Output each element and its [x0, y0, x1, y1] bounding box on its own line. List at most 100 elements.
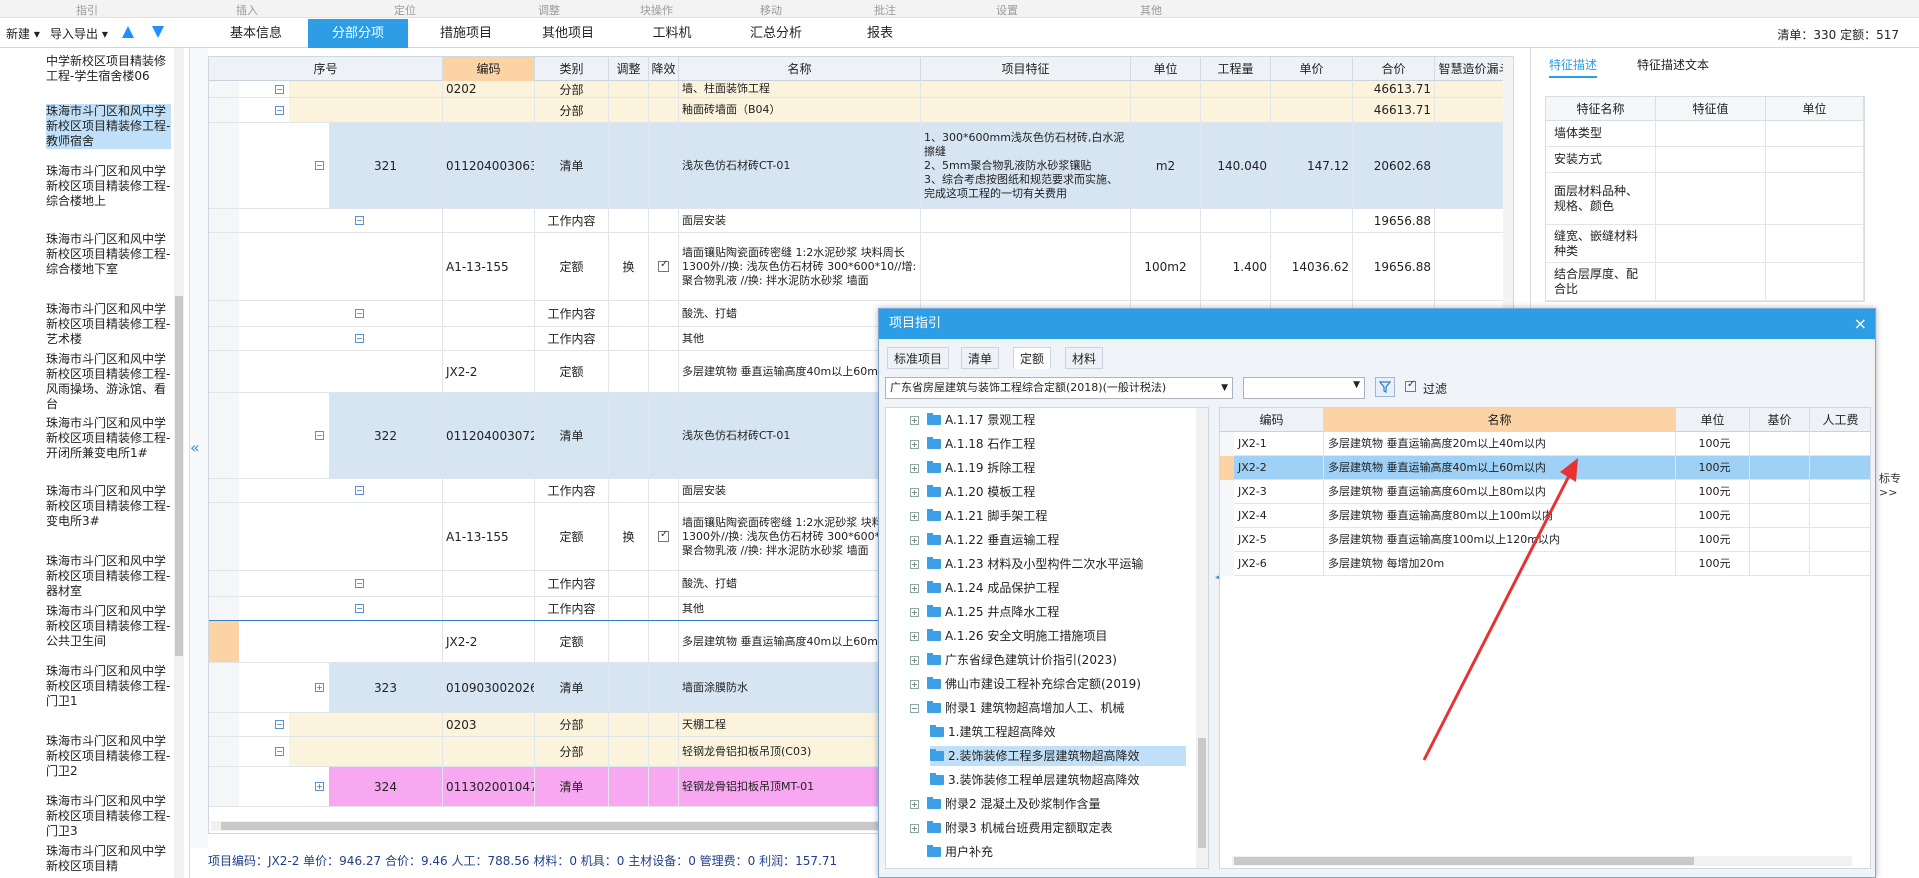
- feature-value[interactable]: [1656, 225, 1766, 262]
- tree-item[interactable]: 中学新校区项目精装修工程-学生宿舍楼06: [46, 54, 171, 99]
- expand-plus-icon[interactable]: +: [910, 583, 919, 593]
- move-up-icon[interactable]: [122, 26, 134, 38]
- cell-lower-eff[interactable]: [649, 597, 679, 620]
- tree-node[interactable]: + A.1.23 材料及小型构件二次水平运输: [910, 554, 1186, 574]
- feature-value[interactable]: [1656, 263, 1766, 300]
- tree-item[interactable]: 珠海市斗门区和风中学新校区项目精装修工程-公共卫生间: [46, 604, 171, 664]
- dialog-tab[interactable]: 清单: [961, 347, 1000, 369]
- quota-grid-h-scroll-thumb[interactable]: [1234, 857, 1694, 865]
- feature-value[interactable]: [1656, 121, 1766, 146]
- cell-lower-eff[interactable]: [649, 98, 679, 122]
- tree-node[interactable]: 用户补充: [910, 842, 1186, 862]
- tab-feature-desc[interactable]: 特征描述: [1549, 56, 1598, 78]
- tree-node[interactable]: + 附录2 混凝土及砂浆制作含量: [910, 794, 1186, 814]
- feature-row[interactable]: 结合层厚度、配合比: [1546, 263, 1864, 301]
- quota-row[interactable]: JX2-1 多层建筑物 垂直运输高度20m以上40m以内 100元: [1220, 432, 1870, 456]
- tree-node[interactable]: 3.装饰装修工程单层建筑物超高降效: [930, 770, 1186, 790]
- funnel-icon[interactable]: [1375, 377, 1395, 397]
- table-row[interactable]: A1-13-155 定额 换 墙面镶贴陶瓷面砖密缝 1:2水泥砂浆 块料周长1300外…: [209, 233, 1513, 301]
- expand-plus-icon[interactable]: +: [910, 655, 919, 665]
- tree-node[interactable]: + A.1.22 垂直运输工程: [910, 530, 1186, 550]
- lower-eff-checkbox[interactable]: [658, 259, 669, 272]
- cell-lower-eff[interactable]: [649, 209, 679, 232]
- cell-lower-eff[interactable]: [649, 479, 679, 502]
- tree-scroll-thumb[interactable]: [1198, 738, 1206, 848]
- tree-node[interactable]: + A.1.18 石作工程: [910, 434, 1186, 454]
- expand-toggle-icon[interactable]: −: [355, 579, 364, 588]
- expand-plus-icon[interactable]: +: [910, 823, 919, 833]
- feature-row[interactable]: 缝宽、嵌缝材料种类: [1546, 225, 1864, 263]
- quota-library-select[interactable]: 广东省房屋建筑与装饰工程综合定额(2018)(一般计税法) ▼: [885, 377, 1233, 399]
- expand-plus-icon[interactable]: +: [910, 607, 919, 617]
- expand-plus-icon[interactable]: +: [910, 463, 919, 473]
- tree-item[interactable]: 珠海市斗门区和风中学新校区项目精装修工程-综合楼地下室: [46, 232, 171, 292]
- tab-4[interactable]: 工料机: [624, 19, 720, 48]
- tab-6[interactable]: 报表: [832, 19, 928, 48]
- cell-lower-eff[interactable]: [649, 233, 679, 300]
- import-export-button[interactable]: 导入导出 ▾: [50, 25, 108, 42]
- tree-node[interactable]: + A.1.24 成品保护工程: [910, 578, 1186, 598]
- tree-item[interactable]: 珠海市斗门区和风中学新校区项目精装修工程-开闭所兼变电所1#: [46, 416, 171, 476]
- expand-toggle-icon[interactable]: −: [275, 105, 284, 115]
- tree-node[interactable]: 1.建筑工程超高降效: [930, 722, 1186, 742]
- cell-lower-eff[interactable]: [649, 351, 679, 392]
- tree-node[interactable]: + A.1.25 井点降水工程: [910, 602, 1186, 622]
- cell-lower-eff[interactable]: [649, 327, 679, 350]
- standard-link[interactable]: 标专>>: [1879, 470, 1919, 499]
- tree-item[interactable]: 珠海市斗门区和风中学新校区项目精装修工程-艺术楼: [46, 302, 171, 347]
- tree-scroll-thumb[interactable]: [175, 296, 183, 656]
- expand-plus-icon[interactable]: +: [910, 679, 919, 689]
- panel-splitter[interactable]: «: [190, 48, 208, 848]
- feature-value[interactable]: [1656, 147, 1766, 172]
- new-button[interactable]: 新建 ▾: [6, 25, 40, 42]
- move-down-icon[interactable]: [152, 26, 164, 38]
- feature-row[interactable]: 墙体类型: [1546, 121, 1864, 147]
- expand-toggle-icon[interactable]: +: [315, 683, 324, 692]
- tree-node[interactable]: − 附录1 建筑物超高增加人工、机械: [910, 698, 1186, 718]
- expand-toggle-icon[interactable]: −: [275, 84, 284, 94]
- tree-item[interactable]: 珠海市斗门区和风中学新校区项目精装修工程-综合楼地上: [46, 164, 171, 224]
- expand-toggle-icon[interactable]: −: [315, 431, 324, 440]
- expand-plus-icon[interactable]: +: [910, 559, 919, 569]
- quota-row[interactable]: JX2-4 多层建筑物 垂直运输高度80m以上100m以内 100元: [1220, 504, 1870, 528]
- tab-0[interactable]: 基本信息: [206, 19, 306, 48]
- expand-plus-icon[interactable]: +: [910, 631, 919, 641]
- tree-item[interactable]: 珠海市斗门区和风中学新校区项目精装修工程-教师宿舍: [46, 104, 171, 149]
- tree-node[interactable]: + A.1.17 景观工程: [910, 410, 1186, 430]
- expand-plus-icon[interactable]: +: [910, 439, 919, 449]
- tree-item[interactable]: 珠海市斗门区和风中学新校区项目精装修工程-风雨操场、游泳馆、看台: [46, 352, 171, 412]
- expand-toggle-icon[interactable]: +: [315, 782, 324, 791]
- expand-toggle-icon[interactable]: −: [315, 161, 324, 170]
- tab-2[interactable]: 措施项目: [418, 19, 514, 48]
- expand-toggle-icon[interactable]: −: [275, 720, 284, 729]
- cell-lower-eff[interactable]: [649, 301, 679, 326]
- tree-node[interactable]: 2.装饰装修工程多层建筑物超高降效: [930, 746, 1186, 766]
- collapse-arrow-icon[interactable]: «: [190, 438, 200, 457]
- expand-plus-icon[interactable]: +: [910, 799, 919, 809]
- dialog-tab[interactable]: 材料: [1065, 347, 1104, 369]
- tree-item[interactable]: 珠海市斗门区和风中学新校区项目精装修工程-门卫3: [46, 794, 171, 839]
- tree-node[interactable]: + A.1.21 脚手架工程: [910, 506, 1186, 526]
- tree-node[interactable]: + 广东省绿色建筑计价指引(2023): [910, 650, 1186, 670]
- expand-plus-icon[interactable]: +: [910, 415, 919, 425]
- filter-combo[interactable]: ▼: [1243, 377, 1365, 399]
- tree-node[interactable]: + 佛山市建设工程补充综合定额(2019): [910, 674, 1186, 694]
- tree-node[interactable]: + A.1.19 拆除工程: [910, 458, 1186, 478]
- expand-toggle-icon[interactable]: −: [355, 309, 364, 318]
- tree-item[interactable]: 珠海市斗门区和风中学新校区项目精装修工程-器材室: [46, 554, 171, 599]
- expand-plus-icon[interactable]: +: [910, 511, 919, 521]
- tree-item[interactable]: 珠海市斗门区和风中学新校区项目精装修工程-门卫1: [46, 664, 171, 724]
- cell-lower-eff[interactable]: [649, 621, 679, 662]
- table-row[interactable]: − 321 011204003063 清单 浅灰色仿石材砖CT-01 1、300*600m…: [209, 123, 1513, 209]
- filter-checkbox[interactable]: [1405, 379, 1416, 392]
- cell-lower-eff[interactable]: [649, 737, 679, 766]
- expand-toggle-icon[interactable]: −: [355, 216, 364, 225]
- tree-node[interactable]: + 附录3 机械台班费用定额取定表: [910, 818, 1186, 838]
- tab-3[interactable]: 其他项目: [518, 19, 618, 48]
- quota-row[interactable]: JX2-5 多层建筑物 垂直运输高度100m以上120m以内 100元: [1220, 528, 1870, 552]
- tab-1[interactable]: 分部分项: [308, 19, 408, 48]
- feature-row[interactable]: 面层材料品种、规格、颜色: [1546, 173, 1864, 225]
- expand-toggle-icon[interactable]: −: [355, 334, 364, 343]
- cell-lower-eff[interactable]: [649, 81, 679, 97]
- table-row[interactable]: − 分部 釉面砖墙面（B04） 46613.71: [209, 98, 1513, 123]
